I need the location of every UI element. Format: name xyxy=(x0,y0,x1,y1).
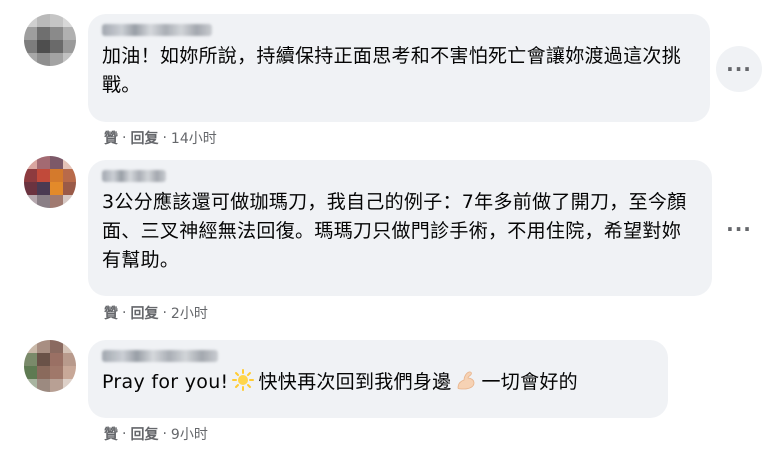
comment-text: Pray for you! 快快再次回到我們身邊 一切會好的 xyxy=(102,368,654,397)
comment-bubble: 加油！如妳所說，持續保持正面思考和不害怕死亡會讓妳渡過這次挑戰。 xyxy=(88,14,710,122)
comment-actions: 贊 · 回复 · 14小时 xyxy=(104,128,217,148)
more-options-button[interactable]: ··· xyxy=(716,206,762,252)
commenter-name[interactable] xyxy=(102,24,212,36)
avatar[interactable] xyxy=(24,156,76,208)
separator: · xyxy=(122,130,127,146)
comment-text-part: 一切會好的 xyxy=(481,371,578,393)
avatar[interactable] xyxy=(24,340,76,392)
separator: · xyxy=(162,305,167,321)
timestamp[interactable]: 2小时 xyxy=(171,303,208,323)
avatar[interactable] xyxy=(24,14,76,66)
sparkle-sun-icon xyxy=(232,369,255,391)
separator: · xyxy=(122,426,127,442)
separator: · xyxy=(162,426,167,442)
comment-bubble: Pray for you! 快快再次回到我們身邊 一切會好的 xyxy=(88,340,668,418)
commenter-name[interactable] xyxy=(102,350,218,362)
like-button[interactable]: 贊 xyxy=(104,424,118,444)
timestamp[interactable]: 14小时 xyxy=(171,128,217,148)
comment-text-part: Pray for you! xyxy=(102,371,229,393)
comment-text: 3公分應該還可做珈瑪刀，我自己的例子：7年多前做了開刀，至今顏面、三叉神經無法回… xyxy=(102,191,687,271)
more-icon: ··· xyxy=(726,217,752,241)
like-button[interactable]: 贊 xyxy=(104,128,118,148)
separator: · xyxy=(122,305,127,321)
more-options-button[interactable]: ··· xyxy=(716,46,762,92)
reply-button[interactable]: 回复 xyxy=(130,424,158,444)
comment-bubble: 3公分應該還可做珈瑪刀，我自己的例子：7年多前做了開刀，至今顏面、三叉神經無法回… xyxy=(88,160,712,296)
more-icon: ··· xyxy=(726,57,752,81)
flexed-biceps-icon xyxy=(458,371,475,390)
comment-actions: 贊 · 回复 · 2小时 xyxy=(104,303,208,323)
comment-text-part: 快快再次回到我們身邊 xyxy=(258,371,452,393)
like-button[interactable]: 贊 xyxy=(104,303,118,323)
timestamp[interactable]: 9小时 xyxy=(171,424,208,444)
separator: · xyxy=(162,130,167,146)
reply-button[interactable]: 回复 xyxy=(130,128,158,148)
reply-button[interactable]: 回复 xyxy=(130,303,158,323)
comment-text: 加油！如妳所說，持續保持正面思考和不害怕死亡會讓妳渡過這次挑戰。 xyxy=(102,45,682,96)
commenter-name[interactable] xyxy=(102,170,166,182)
comment-actions: 贊 · 回复 · 9小时 xyxy=(104,424,208,444)
